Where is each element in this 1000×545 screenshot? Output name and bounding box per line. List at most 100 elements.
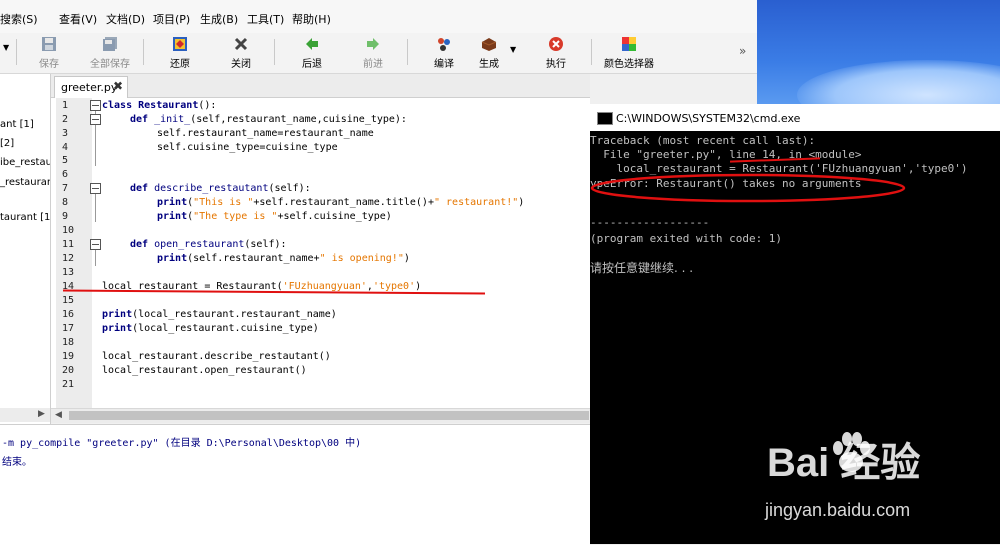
line-number: 5 bbox=[62, 155, 69, 166]
cmd-dashes: ------------------ bbox=[590, 216, 710, 229]
revert-icon bbox=[173, 37, 187, 51]
cmd-exit-line: (program exited with code: 1) bbox=[590, 232, 783, 245]
cmd-title-bar[interactable]: C:\WINDOWS\SYSTEM32\cmd.exe bbox=[590, 104, 1000, 131]
menu-help[interactable]: 帮助(H) bbox=[292, 11, 331, 27]
build-brick-icon bbox=[481, 38, 497, 51]
line-number: 20 bbox=[62, 365, 75, 376]
arrow-left-icon bbox=[306, 38, 318, 50]
cmd-traceback: Traceback (most recent call last): bbox=[590, 134, 816, 147]
code-line-11: def open_restaurant(self): bbox=[130, 239, 287, 250]
compiler-output-panel: -m py_compile "greeter.py" (在目录 D:\Perso… bbox=[0, 424, 590, 545]
scrollbar-thumb[interactable] bbox=[69, 411, 589, 420]
watermark: Bai 经验 jingyan.baidu.com bbox=[735, 428, 1000, 538]
fold-toggle[interactable] bbox=[90, 100, 101, 111]
watermark-url: jingyan.baidu.com bbox=[765, 500, 911, 520]
arrow-right-icon bbox=[367, 38, 379, 50]
code-line-12: print(self.restaurant_name+" is opening!… bbox=[157, 253, 410, 264]
line-number: 15 bbox=[62, 295, 75, 306]
code-line-7: def describe_restautant(self): bbox=[130, 183, 311, 194]
back-button[interactable]: 后退 bbox=[283, 36, 341, 72]
line-number: 6 bbox=[62, 169, 69, 180]
menu-view[interactable]: 查看(V) bbox=[59, 11, 97, 27]
menu-search[interactable]: 搜索(S) bbox=[0, 11, 38, 27]
code-line-1: class Restaurant(): bbox=[102, 100, 217, 111]
menu-project[interactable]: 项目(P) bbox=[153, 11, 190, 27]
symbol-item[interactable]: _restauran bbox=[0, 177, 50, 188]
symbol-panel-scrollbar[interactable]: ▶ bbox=[0, 408, 50, 422]
back-label: 后退 bbox=[302, 59, 322, 70]
scroll-left-icon[interactable]: ◀ bbox=[55, 410, 62, 420]
code-line-8: print("This is "+self.restaurant_name.ti… bbox=[157, 197, 525, 208]
execute-label: 执行 bbox=[546, 59, 566, 70]
execute-icon bbox=[549, 37, 563, 51]
build-button[interactable]: 生成 bbox=[460, 36, 518, 72]
save-all-label: 全部保存 bbox=[90, 59, 130, 70]
line-number: 2 bbox=[62, 114, 69, 125]
symbol-item[interactable]: ant [1] bbox=[0, 119, 50, 130]
cmd-file-line: File "greeter.py", line 14, in <module> bbox=[590, 148, 862, 161]
console-icon bbox=[597, 112, 613, 125]
chevron-down-icon[interactable]: ▼ bbox=[3, 43, 9, 52]
save-button[interactable]: 保存 bbox=[20, 36, 78, 72]
watermark-brand: Bai 经验 bbox=[767, 441, 921, 485]
code-line-3: self.restaurant_name=restaurant_name bbox=[157, 128, 374, 139]
code-line-20: local_restaurant.open_restaurant() bbox=[102, 365, 307, 376]
toolbar-overflow-icon[interactable]: » bbox=[739, 44, 746, 58]
fold-toggle[interactable] bbox=[90, 239, 101, 250]
output-line: -m py_compile "greeter.py" (在目录 D:\Perso… bbox=[2, 438, 362, 449]
tab-close-icon[interactable]: ✖ bbox=[113, 79, 123, 93]
fold-toggle[interactable] bbox=[90, 183, 101, 194]
save-icon bbox=[42, 37, 56, 51]
scroll-right-icon[interactable]: ▶ bbox=[38, 409, 45, 419]
revert-label: 还原 bbox=[170, 59, 190, 70]
code-editor[interactable]: 1 2 3 4 5 6 7 8 9 10 11 12 13 14 15 16 1… bbox=[51, 98, 590, 408]
line-number: 12 bbox=[62, 253, 75, 264]
code-line-4: self.cuisine_type=cuisine_type bbox=[157, 142, 338, 153]
save-all-button[interactable]: 全部保存 bbox=[81, 36, 139, 72]
forward-button[interactable]: 前进 bbox=[344, 36, 402, 72]
menu-bar: 搜索(S) 查看(V) 文档(D) 项目(P) 生成(B) 工具(T) 帮助(H… bbox=[0, 0, 757, 33]
desktop-background bbox=[757, 0, 1000, 104]
execute-button[interactable]: 执行 bbox=[527, 36, 585, 72]
line-number: 3 bbox=[62, 128, 69, 139]
revert-button[interactable]: 还原 bbox=[151, 36, 209, 72]
code-line-2: def _init_(self,restaurant_name,cuisine_… bbox=[130, 114, 407, 125]
tab-greeter[interactable]: greeter.py ✖ bbox=[54, 76, 128, 98]
annotation-underline bbox=[62, 289, 486, 295]
symbol-panel: ant [1] [2] ibe_restau _restauran tauran… bbox=[0, 74, 51, 424]
toolbar: ▼ 保存 全部保存 还原 关闭 后退 前进 编译 生成 ▼ 执行 颜色选择器 » bbox=[0, 33, 757, 74]
line-number: 13 bbox=[62, 267, 75, 278]
line-number: 7 bbox=[62, 183, 69, 194]
line-number: 11 bbox=[62, 239, 75, 250]
color-picker-button[interactable]: 颜色选择器 bbox=[598, 36, 660, 72]
close-button[interactable]: 关闭 bbox=[212, 36, 270, 72]
line-number: 9 bbox=[62, 211, 69, 222]
compile-icon bbox=[438, 38, 450, 51]
save-all-icon bbox=[103, 37, 117, 51]
code-line-19: local_restaurant.describe_restautant() bbox=[102, 351, 331, 362]
close-icon bbox=[234, 37, 248, 51]
cmd-title: C:\WINDOWS\SYSTEM32\cmd.exe bbox=[616, 112, 801, 125]
editor-tab-bar: greeter.py ✖ bbox=[51, 74, 590, 98]
menu-build[interactable]: 生成(B) bbox=[200, 11, 238, 27]
tab-label: greeter.py bbox=[61, 81, 118, 94]
color-picker-label: 颜色选择器 bbox=[604, 59, 654, 70]
line-number: 18 bbox=[62, 337, 75, 348]
symbol-item[interactable]: ibe_restau bbox=[0, 157, 50, 168]
line-number: 4 bbox=[62, 142, 69, 153]
line-number: 16 bbox=[62, 309, 75, 320]
menu-tools[interactable]: 工具(T) bbox=[247, 11, 284, 27]
symbol-item[interactable]: [2] bbox=[0, 138, 50, 149]
fold-toggle[interactable] bbox=[90, 114, 101, 125]
line-number: 8 bbox=[62, 197, 69, 208]
editor-horizontal-scrollbar[interactable]: ◀ bbox=[51, 408, 590, 423]
line-number: 17 bbox=[62, 323, 75, 334]
line-number: 10 bbox=[62, 225, 75, 236]
forward-label: 前进 bbox=[363, 59, 383, 70]
save-label: 保存 bbox=[39, 59, 59, 70]
menu-document[interactable]: 文档(D) bbox=[106, 11, 145, 27]
close-label: 关闭 bbox=[231, 59, 251, 70]
symbol-item[interactable]: taurant [1 bbox=[0, 212, 50, 223]
code-line-17: print(local_restaurant.cuisine_type) bbox=[102, 323, 319, 334]
build-dropdown-icon[interactable]: ▼ bbox=[510, 45, 516, 54]
